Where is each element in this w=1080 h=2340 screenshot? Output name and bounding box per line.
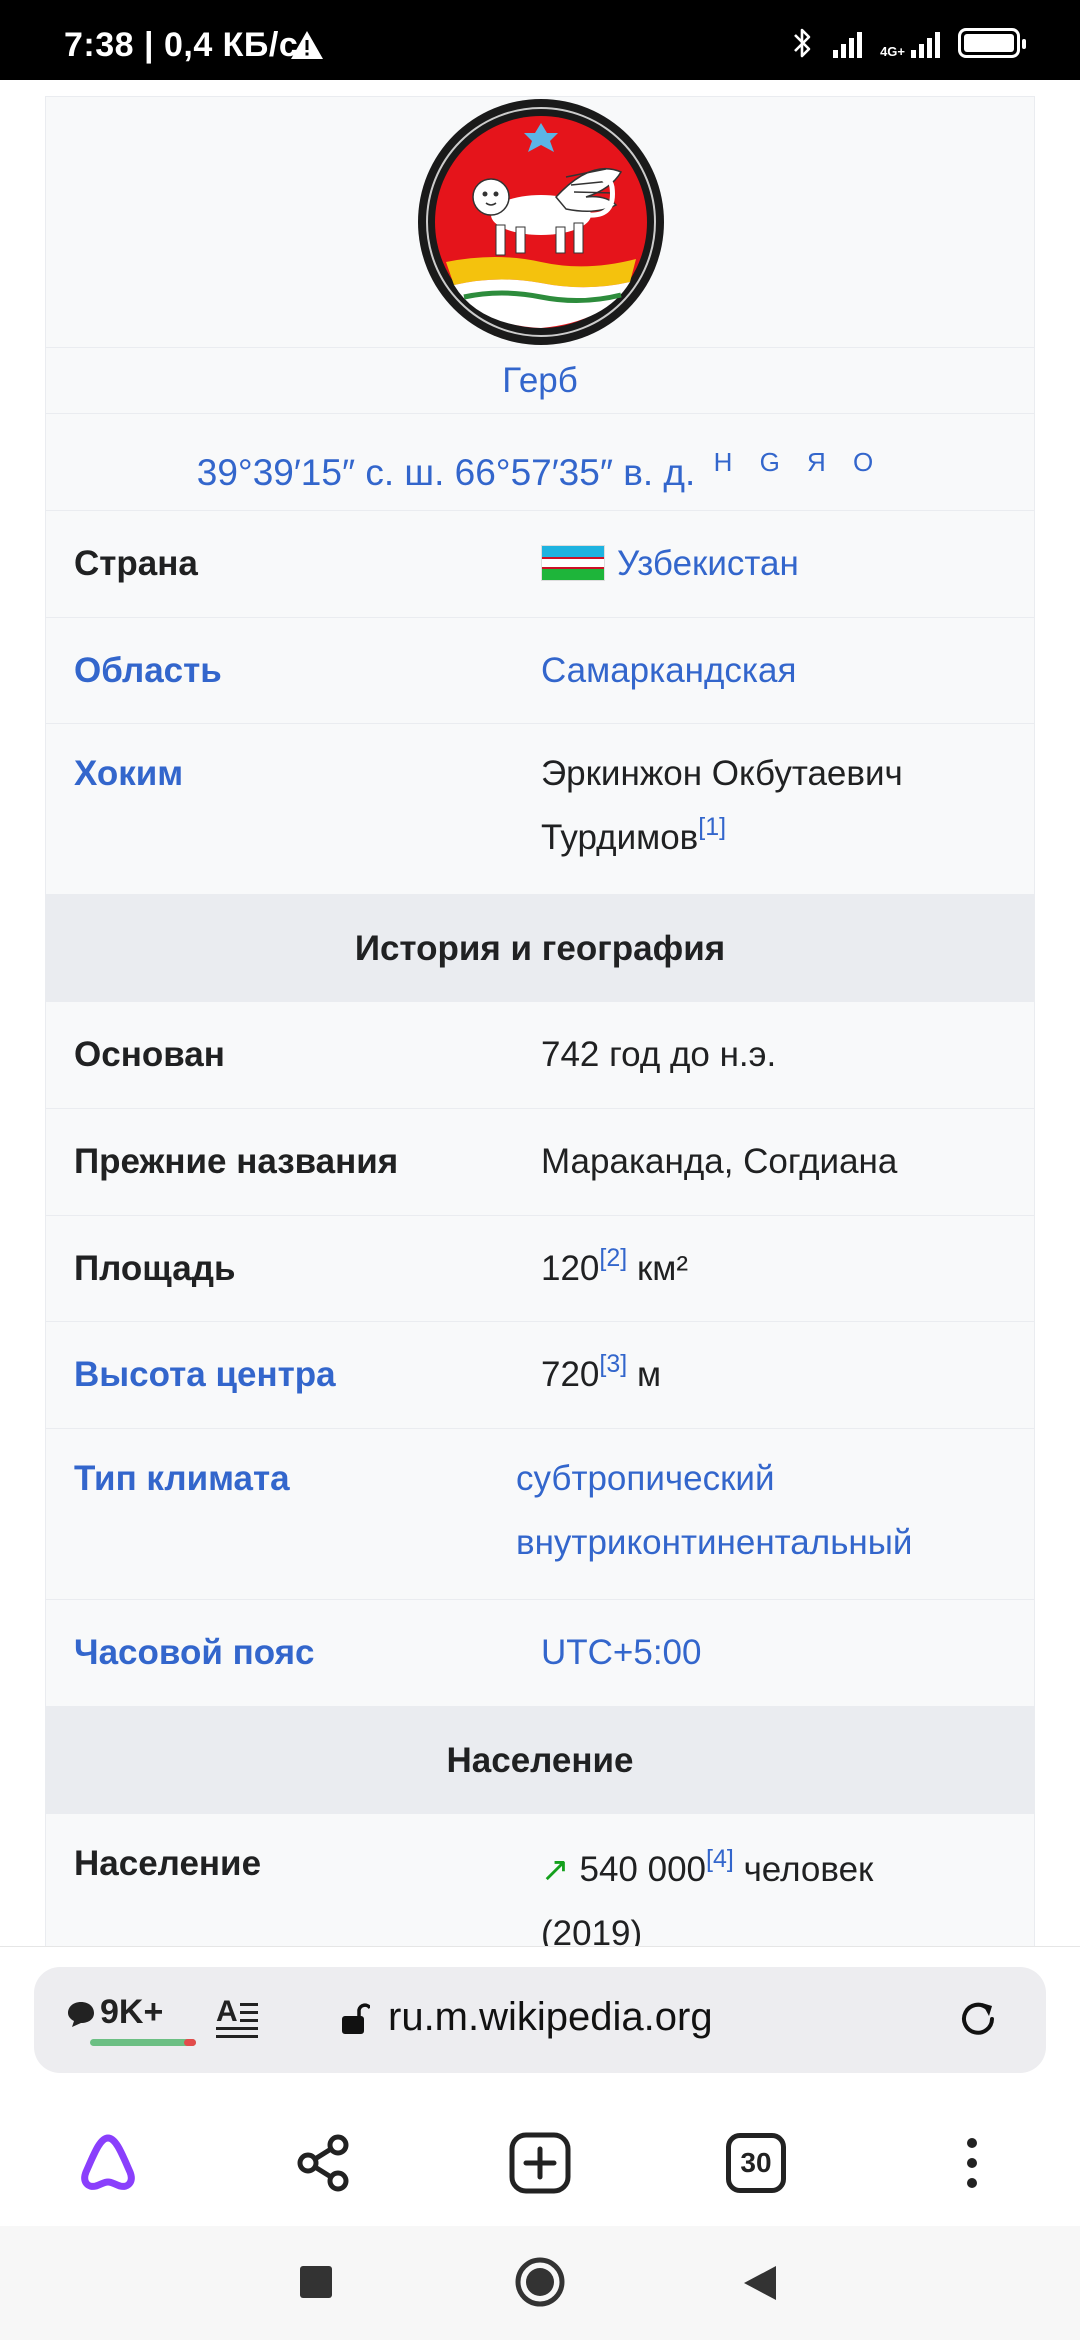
row-label: Площадь xyxy=(74,1248,236,1288)
row-value: 720[3] м xyxy=(541,1350,661,1395)
row-value[interactable]: субтропический внутриконтинентальный xyxy=(516,1447,1034,1599)
url-text[interactable]: ru.m.wikipedia.org xyxy=(388,1995,713,2040)
row-former-names: Прежние названия Мараканда, Согдиана xyxy=(46,1109,1034,1216)
alice-assistant-button[interactable] xyxy=(68,2123,148,2203)
row-timezone: Часовой пояс UTC+5:00 xyxy=(46,1600,1034,1707)
hokim-name-line1: Эркинжон Окбутаевич xyxy=(541,754,903,793)
comment-bubble-icon xyxy=(68,2002,94,2027)
signal-icon xyxy=(833,28,863,58)
network-type: 4G+ xyxy=(880,44,905,59)
page-content[interactable]: Герб 39°39′15″ с. ш. 66°57′35″ в. д. H G… xyxy=(0,80,1080,1946)
emblem-caption[interactable]: Герб xyxy=(46,348,1034,414)
row-region: Область Самаркандская xyxy=(46,618,1034,724)
infobox: Герб 39°39′15″ с. ш. 66°57′35″ в. д. H G… xyxy=(45,96,1035,1946)
svg-text:A: A xyxy=(216,1995,238,2028)
row-value[interactable]: Узбекистан xyxy=(541,544,1034,584)
row-label[interactable]: Область xyxy=(46,651,541,691)
row-country: Страна Узбекистан xyxy=(46,511,1034,618)
back-button[interactable] xyxy=(742,2264,778,2307)
climate-line2[interactable]: внутриконтинентальный xyxy=(516,1511,1034,1575)
row-population: Население ↗ 540 000[4] человек (2019) xyxy=(46,1814,1034,1946)
back-icon xyxy=(744,2266,776,2300)
share-button[interactable] xyxy=(284,2123,364,2203)
row-label[interactable]: Хоким xyxy=(46,752,541,894)
mobile-signal-icon: 4G+ xyxy=(880,28,940,58)
emblem-row xyxy=(46,97,1034,348)
increase-arrow-icon: ↗ xyxy=(541,1851,570,1889)
row-founded: Основан 742 год до н.э. xyxy=(46,1002,1034,1109)
uzbekistan-flag-icon xyxy=(541,545,605,581)
more-vertical-icon xyxy=(967,2138,977,2188)
recents-icon xyxy=(300,2266,332,2298)
browser-nav-row: 30 xyxy=(0,2123,1080,2233)
status-bar: 7:38 | 0,4 КБ/с 4G+ xyxy=(0,0,1080,80)
bluetooth-icon xyxy=(794,28,811,58)
reload-icon[interactable] xyxy=(956,1997,1002,2043)
comments-button[interactable]: 9K+ xyxy=(56,1991,196,2051)
home-icon xyxy=(515,2257,565,2307)
row-label: Прежние названия xyxy=(74,1142,399,1181)
section-history-geography: История и география xyxy=(46,895,1034,1002)
share-icon xyxy=(297,2134,349,2192)
reference-link[interactable]: [4] xyxy=(706,1845,734,1873)
status-time: 7:38 | 0,4 КБ/с xyxy=(64,26,299,64)
tabs-button[interactable]: 30 xyxy=(716,2123,796,2203)
coat-of-arms-image[interactable] xyxy=(416,97,666,347)
row-hokim: Хоким Эркинжон Окбутаевич Турдимов[1] xyxy=(46,724,1034,895)
new-tab-icon xyxy=(509,2132,571,2194)
row-value: 742 год до н.э. xyxy=(541,1035,777,1074)
row-label: Страна xyxy=(74,544,198,583)
battery-icon xyxy=(958,28,1026,58)
reference-link[interactable]: [3] xyxy=(599,1350,627,1378)
row-value: 120[2] км² xyxy=(541,1243,688,1288)
home-button[interactable] xyxy=(514,2256,566,2313)
address-bar[interactable]: 9K+ A ru.m.wikipedia.org xyxy=(34,1967,1046,2073)
coordinates-link[interactable]: 39°39′15″ с. ш. 66°57′35″ в. д. xyxy=(197,452,696,493)
row-value[interactable]: Самаркандская xyxy=(541,651,1034,691)
row-label[interactable]: Тип климата xyxy=(46,1457,541,1599)
row-label[interactable]: Высота центра xyxy=(46,1355,541,1395)
alice-assistant-icon xyxy=(81,2134,135,2190)
row-label: Основан xyxy=(74,1035,225,1074)
comments-rating-bar xyxy=(90,2039,196,2046)
system-navigation-bar xyxy=(0,2226,1080,2340)
tabs-count: 30 xyxy=(726,2133,786,2193)
comments-count: 9K+ xyxy=(100,1993,164,2031)
row-climate: Тип климата субтропический внутриконтине… xyxy=(46,1429,1034,1600)
row-label: Население xyxy=(74,1844,262,1883)
row-value: ↗ 540 000[4] человек (2019) xyxy=(541,1838,1034,1947)
more-menu-button[interactable] xyxy=(932,2123,1012,2203)
population-year-link[interactable]: (2019) xyxy=(541,1902,1034,1946)
new-tab-button[interactable] xyxy=(500,2123,580,2203)
hokim-name-line2: Турдимов xyxy=(541,818,699,857)
row-label[interactable]: Часовой пояс xyxy=(46,1633,541,1673)
coordinate-map-links[interactable]: H G Я O xyxy=(714,447,884,477)
reference-link[interactable]: [2] xyxy=(599,1244,627,1272)
row-value[interactable]: UTC+5:00 xyxy=(541,1633,1034,1673)
climate-line1[interactable]: субтропический xyxy=(516,1447,1034,1511)
coordinates-row[interactable]: 39°39′15″ с. ш. 66°57′35″ в. д. H G Я O xyxy=(46,414,1034,511)
section-population: Население xyxy=(46,1707,1034,1814)
row-elevation: Высота центра 720[3] м xyxy=(46,1322,1034,1429)
lock-icon xyxy=(342,2003,370,2034)
status-icons: 4G+ xyxy=(789,26,1026,60)
row-value: Мараканда, Согдиана xyxy=(541,1142,898,1181)
warning-icon xyxy=(290,30,324,65)
reader-mode-icon[interactable]: A xyxy=(214,1993,262,2043)
recents-button[interactable] xyxy=(300,2266,332,2303)
reference-link[interactable]: [1] xyxy=(698,813,726,841)
row-area: Площадь 120[2] км² xyxy=(46,1216,1034,1322)
row-value: Эркинжон Окбутаевич Турдимов[1] xyxy=(541,742,1034,894)
